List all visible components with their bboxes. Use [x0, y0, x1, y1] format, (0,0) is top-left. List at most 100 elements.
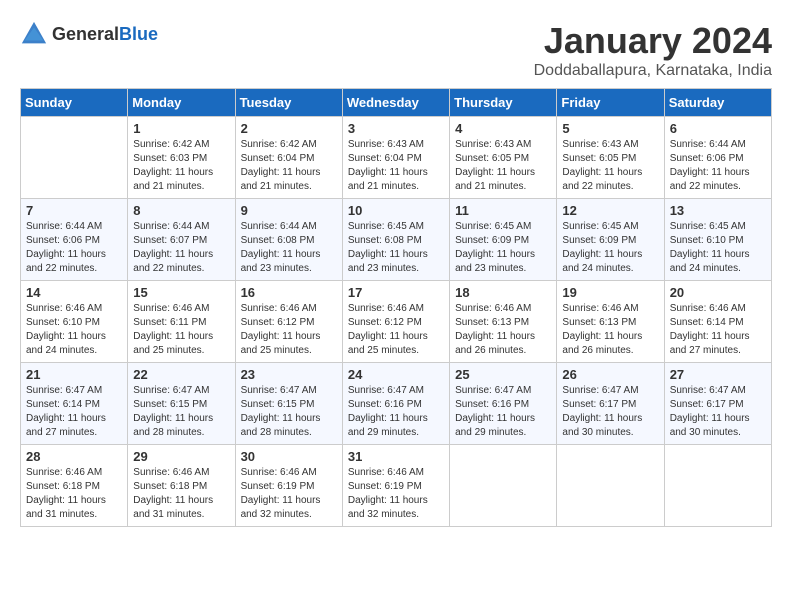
weekday-header-cell: Wednesday — [342, 89, 449, 117]
calendar-day-cell: 7Sunrise: 6:44 AMSunset: 6:06 PMDaylight… — [21, 199, 128, 281]
calendar-day-cell: 22 Sunrise: 6:47 AMSunset: 6:15 PMDayligh… — [128, 363, 235, 445]
calendar-day-cell: 6Sunrise: 6:44 AMSunset: 6:06 PMDaylight… — [664, 117, 771, 199]
day-number: 10 — [348, 203, 444, 218]
calendar-day-cell: 8Sunrise: 6:44 AMSunset: 6:07 PMDaylight… — [128, 199, 235, 281]
day-info: Sunrise: 6:44 AMSunset: 6:06 PMDaylight:… — [670, 138, 766, 194]
calendar-day-cell: 28Sunrise: 6:46 AMSunset: 6:18 PMDayligh… — [21, 445, 128, 527]
calendar-day-cell: 10 Sunrise: 6:45 AMSunset: 6:08 PMDayligh… — [342, 199, 449, 281]
day-number: 30 — [241, 449, 337, 464]
day-info: Sunrise: 6:46 AMSunset: 6:12 PMDaylight:… — [241, 302, 337, 358]
day-number: 9 — [241, 203, 337, 218]
calendar-day-cell — [21, 117, 128, 199]
calendar-day-cell: 24Sunrise: 6:47 AMSunset: 6:16 PMDayligh… — [342, 363, 449, 445]
day-number: 3 — [348, 121, 444, 136]
calendar-day-cell — [557, 445, 664, 527]
logo-blue: Blue — [119, 24, 158, 44]
day-info: Sunrise: 6:47 AMSunset: 6:17 PMDaylight:… — [670, 384, 766, 440]
day-info: Sunrise: 6:46 AMSunset: 6:18 PMDaylight:… — [133, 466, 229, 522]
day-info: Sunrise: 6:44 AMSunset: 6:08 PMDaylight:… — [241, 220, 337, 276]
calendar-day-cell: 13 Sunrise: 6:45 AMSunset: 6:10 PMDayligh… — [664, 199, 771, 281]
calendar-day-cell — [664, 445, 771, 527]
day-info: Sunrise: 6:43 AMSunset: 6:04 PMDaylight:… — [348, 138, 444, 194]
day-info: Sunrise: 6:46 AMSunset: 6:19 PMDaylight:… — [241, 466, 337, 522]
calendar-week-row: 7Sunrise: 6:44 AMSunset: 6:06 PMDaylight… — [21, 199, 772, 281]
day-number: 7 — [26, 203, 122, 218]
calendar-day-cell: 30 Sunrise: 6:46 AMSunset: 6:19 PMDayligh… — [235, 445, 342, 527]
day-info: Sunrise: 6:47 AMSunset: 6:17 PMDaylight:… — [562, 384, 658, 440]
logo-general: General — [52, 24, 119, 44]
day-info: Sunrise: 6:46 AMSunset: 6:19 PMDaylight:… — [348, 466, 444, 522]
day-info: Sunrise: 6:47 AMSunset: 6:16 PMDaylight:… — [348, 384, 444, 440]
day-info: Sunrise: 6:47 AMSunset: 6:15 PMDaylight:… — [241, 384, 337, 440]
day-info: Sunrise: 6:42 AMSunset: 6:03 PMDaylight:… — [133, 138, 229, 194]
day-number: 27 — [670, 367, 766, 382]
day-number: 31 — [348, 449, 444, 464]
calendar-day-cell: 18 Sunrise: 6:46 AMSunset: 6:13 PMDayligh… — [450, 281, 557, 363]
day-info: Sunrise: 6:43 AMSunset: 6:05 PMDaylight:… — [455, 138, 551, 194]
calendar-day-cell: 17Sunrise: 6:46 AMSunset: 6:12 PMDayligh… — [342, 281, 449, 363]
day-number: 1 — [133, 121, 229, 136]
day-info: Sunrise: 6:47 AMSunset: 6:14 PMDaylight:… — [26, 384, 122, 440]
day-info: Sunrise: 6:45 AMSunset: 6:09 PMDaylight:… — [455, 220, 551, 276]
calendar-day-cell: 20 Sunrise: 6:46 AMSunset: 6:14 PMDayligh… — [664, 281, 771, 363]
day-number: 18 — [455, 285, 551, 300]
weekday-header-cell: Saturday — [664, 89, 771, 117]
calendar-day-cell: 4 Sunrise: 6:43 AMSunset: 6:05 PMDaylight… — [450, 117, 557, 199]
calendar-week-row: 1 Sunrise: 6:42 AMSunset: 6:03 PMDaylight… — [21, 117, 772, 199]
day-number: 21 — [26, 367, 122, 382]
day-info: Sunrise: 6:46 AMSunset: 6:12 PMDaylight:… — [348, 302, 444, 358]
calendar-day-cell: 16 Sunrise: 6:46 AMSunset: 6:12 PMDayligh… — [235, 281, 342, 363]
day-number: 12 — [562, 203, 658, 218]
day-number: 22 — [133, 367, 229, 382]
calendar-day-cell: 25 Sunrise: 6:47 AMSunset: 6:16 PMDayligh… — [450, 363, 557, 445]
day-info: Sunrise: 6:45 AMSunset: 6:08 PMDaylight:… — [348, 220, 444, 276]
calendar-day-cell: 9 Sunrise: 6:44 AMSunset: 6:08 PMDaylight… — [235, 199, 342, 281]
calendar-day-cell: 12 Sunrise: 6:45 AMSunset: 6:09 PMDayligh… — [557, 199, 664, 281]
day-number: 14 — [26, 285, 122, 300]
day-number: 20 — [670, 285, 766, 300]
day-number: 4 — [455, 121, 551, 136]
day-number: 29 — [133, 449, 229, 464]
day-info: Sunrise: 6:45 AMSunset: 6:10 PMDaylight:… — [670, 220, 766, 276]
weekday-header-cell: Sunday — [21, 89, 128, 117]
day-number: 19 — [562, 285, 658, 300]
calendar-day-cell: 5Sunrise: 6:43 AMSunset: 6:05 PMDaylight… — [557, 117, 664, 199]
day-number: 25 — [455, 367, 551, 382]
day-info: Sunrise: 6:46 AMSunset: 6:11 PMDaylight:… — [133, 302, 229, 358]
location-title: Doddaballapura, Karnataka, India — [534, 62, 772, 80]
day-number: 2 — [241, 121, 337, 136]
day-number: 26 — [562, 367, 658, 382]
calendar-week-row: 14Sunrise: 6:46 AMSunset: 6:10 PMDayligh… — [21, 281, 772, 363]
weekday-header-cell: Tuesday — [235, 89, 342, 117]
day-number: 11 — [455, 203, 551, 218]
calendar-table: SundayMondayTuesdayWednesdayThursdayFrid… — [20, 88, 772, 527]
calendar-day-cell: 31 Sunrise: 6:46 AMSunset: 6:19 PMDayligh… — [342, 445, 449, 527]
day-number: 23 — [241, 367, 337, 382]
calendar-day-cell: 26 Sunrise: 6:47 AMSunset: 6:17 PMDayligh… — [557, 363, 664, 445]
calendar-day-cell — [450, 445, 557, 527]
day-number: 13 — [670, 203, 766, 218]
month-title: January 2024 — [534, 20, 772, 62]
day-info: Sunrise: 6:46 AMSunset: 6:14 PMDaylight:… — [670, 302, 766, 358]
calendar-day-cell: 23 Sunrise: 6:47 AMSunset: 6:15 PMDayligh… — [235, 363, 342, 445]
logo-icon — [20, 20, 48, 48]
calendar-day-cell: 29 Sunrise: 6:46 AMSunset: 6:18 PMDayligh… — [128, 445, 235, 527]
logo: GeneralBlue — [20, 20, 158, 48]
calendar-day-cell: 27 Sunrise: 6:47 AMSunset: 6:17 PMDayligh… — [664, 363, 771, 445]
day-info: Sunrise: 6:44 AMSunset: 6:07 PMDaylight:… — [133, 220, 229, 276]
day-info: Sunrise: 6:45 AMSunset: 6:09 PMDaylight:… — [562, 220, 658, 276]
day-info: Sunrise: 6:46 AMSunset: 6:18 PMDaylight:… — [26, 466, 122, 522]
weekday-header-row: SundayMondayTuesdayWednesdayThursdayFrid… — [21, 89, 772, 117]
weekday-header-cell: Friday — [557, 89, 664, 117]
calendar-day-cell: 3 Sunrise: 6:43 AMSunset: 6:04 PMDaylight… — [342, 117, 449, 199]
day-info: Sunrise: 6:46 AMSunset: 6:13 PMDaylight:… — [562, 302, 658, 358]
day-info: Sunrise: 6:47 AMSunset: 6:16 PMDaylight:… — [455, 384, 551, 440]
calendar-day-cell: 1 Sunrise: 6:42 AMSunset: 6:03 PMDaylight… — [128, 117, 235, 199]
calendar-body: 1 Sunrise: 6:42 AMSunset: 6:03 PMDaylight… — [21, 117, 772, 527]
calendar-day-cell: 19 Sunrise: 6:46 AMSunset: 6:13 PMDayligh… — [557, 281, 664, 363]
day-info: Sunrise: 6:43 AMSunset: 6:05 PMDaylight:… — [562, 138, 658, 194]
calendar-week-row: 21 Sunrise: 6:47 AMSunset: 6:14 PMDayligh… — [21, 363, 772, 445]
day-info: Sunrise: 6:46 AMSunset: 6:13 PMDaylight:… — [455, 302, 551, 358]
day-number: 16 — [241, 285, 337, 300]
day-info: Sunrise: 6:47 AMSunset: 6:15 PMDaylight:… — [133, 384, 229, 440]
